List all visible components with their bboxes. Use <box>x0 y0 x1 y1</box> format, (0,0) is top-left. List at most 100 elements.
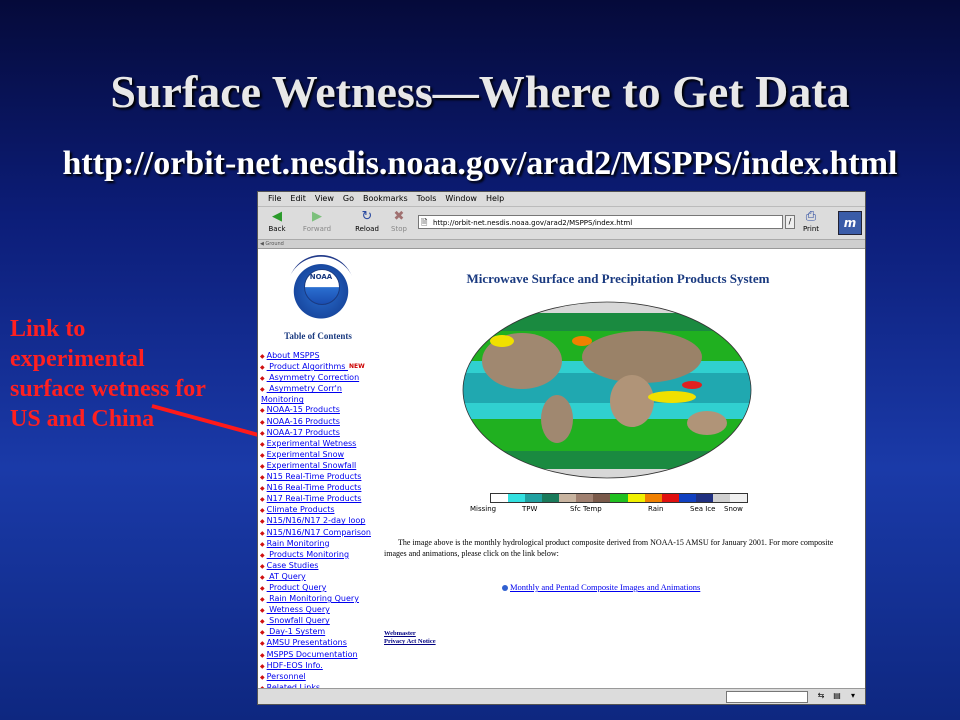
toc-item: ◆ N15/N16/N17 Comparison <box>260 528 378 539</box>
footer-links: Webmaster Privacy Act Notice <box>384 630 436 646</box>
toc-link[interactable]: AT Query <box>267 572 306 581</box>
diamond-bullet-icon: ◆ <box>260 407 265 415</box>
print-button[interactable]: ⎙ Print <box>796 209 826 237</box>
go-button[interactable]: / <box>785 215 795 229</box>
toc-item: ◆ Climate Products <box>260 505 378 516</box>
toc-link[interactable]: Monitoring <box>261 395 304 404</box>
back-button[interactable]: ◀ Back <box>262 209 292 237</box>
diamond-bullet-icon: ◆ <box>260 596 265 604</box>
colorbar-swatch <box>525 494 543 502</box>
toc-link[interactable]: MSPPS Documentation <box>267 650 358 659</box>
toc-item: ◆ Case Studies <box>260 561 378 572</box>
legend-label: Sfc Temp <box>570 505 602 513</box>
toc-link[interactable]: Experimental Wetness <box>267 439 357 448</box>
menu-item-bookmarks[interactable]: Bookmarks <box>363 194 408 203</box>
privacy-notice-link[interactable]: Privacy Act Notice <box>384 638 436 646</box>
diamond-bullet-icon: ◆ <box>260 364 265 372</box>
diamond-bullet-icon: ◆ <box>260 496 265 504</box>
world-composite-map <box>462 301 752 479</box>
toc-link[interactable]: Product Query <box>267 583 326 592</box>
toc-link[interactable]: N15 Real-Time Products <box>267 472 362 481</box>
toc-link[interactable]: NOAA-15 Products <box>267 405 340 414</box>
colorbar-swatch <box>576 494 594 502</box>
toc-link[interactable]: N15/N16/N17 2-day loop <box>267 516 366 525</box>
diamond-bullet-icon: ◆ <box>260 375 265 383</box>
diamond-bullet-icon: ◆ <box>260 618 265 626</box>
toc-item: ◆ N17 Real-Time Products <box>260 494 378 505</box>
colorbar-swatch <box>661 494 679 502</box>
toc-link[interactable]: Climate Products <box>267 505 335 514</box>
toc-link[interactable]: Experimental Snow <box>267 450 344 459</box>
menu-item-window[interactable]: Window <box>445 194 477 203</box>
toc-item: ◆ N15/N16/N17 2-day loop <box>260 516 378 527</box>
back-arrow-icon: ◀ <box>272 209 282 224</box>
toc-link[interactable]: Asymmetry Correction <box>267 373 359 382</box>
diamond-bullet-icon: ◆ <box>260 640 265 648</box>
diamond-bullet-icon: ◆ <box>260 507 265 515</box>
address-bar[interactable]: 🗎 http://orbit-net.nesdis.noaa.gov/arad2… <box>418 215 783 229</box>
toc-link[interactable]: Day-1 System <box>267 627 325 636</box>
colorbar-swatch <box>610 494 628 502</box>
diamond-bullet-icon: ◆ <box>260 529 265 537</box>
webmaster-link[interactable]: Webmaster <box>384 630 436 638</box>
toc-item: ◆ Snowfall Query <box>260 616 378 627</box>
toc-link[interactable]: N17 Real-Time Products <box>267 494 362 503</box>
description-text: The image above is the monthly hydrologi… <box>384 538 834 558</box>
forward-button[interactable]: ▶ Forward <box>302 209 332 237</box>
toc-link[interactable]: Snowfall Query <box>267 616 330 625</box>
toc-link[interactable]: About MSPPS <box>267 351 320 360</box>
colorbar-swatch <box>627 494 645 502</box>
diamond-bullet-icon: ◆ <box>260 518 265 526</box>
reload-button[interactable]: ↻ Reload <box>352 209 382 237</box>
composite-images-link[interactable]: Monthly and Pentad Composite Images and … <box>502 582 700 592</box>
toc-item: ◆ Experimental Wetness <box>260 439 378 450</box>
menu-item-file[interactable]: File <box>268 194 281 203</box>
stop-button[interactable]: ✖ Stop <box>384 209 414 237</box>
toc-item: ◆ Wetness Query <box>260 605 378 616</box>
menu-item-go[interactable]: Go <box>343 194 354 203</box>
toc-item: ◆ AT Query <box>260 572 378 583</box>
diamond-bullet-icon: ◆ <box>260 353 265 360</box>
toc-link[interactable]: Case Studies <box>267 561 319 570</box>
status-field <box>726 691 808 703</box>
security-icon: ▤ <box>833 691 841 700</box>
toc-item: ◆ Asymmetry Corr'n <box>260 384 378 395</box>
toc-link[interactable]: Rain Monitoring Query <box>267 594 359 603</box>
toc-link[interactable]: Wetness Query <box>267 605 330 614</box>
diamond-bullet-icon: ◆ <box>260 451 265 459</box>
diamond-bullet-icon: ◆ <box>260 662 265 670</box>
toc-link[interactable]: HDF-EOS Info. <box>267 661 323 670</box>
toc-item: ◆ Asymmetry Correction <box>260 373 378 384</box>
toc-link[interactable]: Personnel <box>267 672 306 681</box>
stop-icon: ✖ <box>393 209 405 224</box>
toc-link[interactable]: Asymmetry Corr'n <box>267 384 342 393</box>
menu-item-edit[interactable]: Edit <box>290 194 306 203</box>
colorbar-swatch <box>508 494 526 502</box>
diamond-bullet-icon: ◆ <box>260 562 265 570</box>
legend-colorbar <box>490 493 748 503</box>
noaa-logo: NOAA <box>288 255 354 321</box>
toc-link[interactable]: Experimental Snowfall <box>267 461 357 470</box>
toc-item: ◆ AMSU Presentations <box>260 638 378 649</box>
toc-item: ◆ Products Monitoring <box>260 550 378 561</box>
toc-link[interactable]: NOAA-16 Products <box>267 417 340 426</box>
tab-strip[interactable]: ◀ Ground <box>258 240 865 249</box>
menu-item-help[interactable]: Help <box>486 194 504 203</box>
toc-link[interactable]: AMSU Presentations <box>267 638 347 647</box>
diamond-bullet-icon: ◆ <box>260 429 265 437</box>
toc-link[interactable]: N16 Real-Time Products <box>267 483 362 492</box>
status-menu-icon[interactable]: ▾ <box>846 691 860 701</box>
diamond-bullet-icon: ◆ <box>260 474 265 482</box>
toc-item: ◆ HDF-EOS Info. <box>260 661 378 672</box>
web-page-content: NOAA Table of Contents ◆ About MSPPS ◆ Pro… <box>258 249 865 703</box>
toc-link[interactable]: Rain Monitoring <box>267 539 330 548</box>
toc-link[interactable]: N15/N16/N17 Comparison <box>267 528 371 537</box>
toc-item: ◆ NOAA-15 Products <box>260 405 378 416</box>
toc-link[interactable]: NOAA-17 Products <box>267 428 340 437</box>
diamond-bullet-icon: ◆ <box>260 418 265 426</box>
toc-link[interactable]: Products Monitoring <box>267 550 349 559</box>
menu-item-view[interactable]: View <box>315 194 334 203</box>
menu-item-tools[interactable]: Tools <box>417 194 437 203</box>
colorbar-swatch <box>542 494 560 502</box>
toc-link[interactable]: Product Algorithms <box>267 362 348 371</box>
